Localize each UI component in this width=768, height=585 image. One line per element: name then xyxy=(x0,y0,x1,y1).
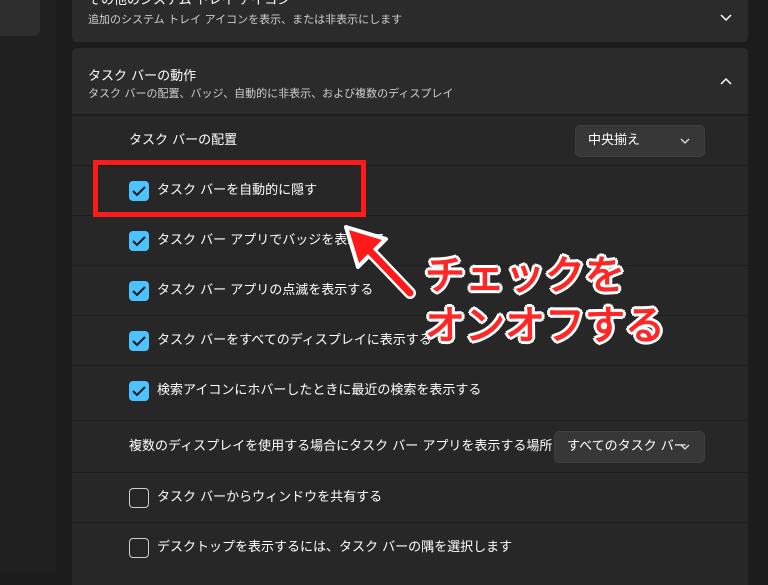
chevron-down-icon xyxy=(680,138,690,144)
annotation-arrow-icon xyxy=(344,225,416,299)
chevron-up-icon[interactable] xyxy=(718,74,734,90)
card-subtitle: タスク バーの配置、バッジ、自動的に非表示、および複数のディスプレイ xyxy=(88,87,454,100)
left-navigation xyxy=(0,0,56,572)
option-label: デスクトップを表示するには、タスク バーの隅を選択します xyxy=(157,540,513,555)
multi-display-value: すべてのタスク バー xyxy=(567,439,687,454)
multi-display-dropdown[interactable]: すべてのタスク バー xyxy=(554,431,705,463)
card-title: タスク バーの動作 xyxy=(88,69,197,84)
alignment-row: タスク バーの配置 中央揃え xyxy=(71,115,749,165)
option-label: タスク バーからウィンドウを共有する xyxy=(157,490,383,505)
multi-display-label: 複数のディスプレイを使用する場合にタスク バー アプリを表示する場所 xyxy=(129,439,553,454)
option-row[interactable]: 検索アイコンにホバーしたときに最近の検索を表示する xyxy=(71,365,749,415)
checkbox-share-window[interactable] xyxy=(129,488,149,508)
alignment-value: 中央揃え xyxy=(588,133,641,148)
system-tray-icons-card[interactable]: その他のシステム トレイ アイコン 追加のシステム トレイ アイコンを表示、また… xyxy=(71,0,749,43)
option-label: 検索アイコンにホバーしたときに最近の検索を表示する xyxy=(157,383,482,398)
card-subtitle: 追加のシステム トレイ アイコンを表示、または非表示にします xyxy=(88,13,403,26)
nav-item-selected[interactable] xyxy=(0,0,40,36)
highlight-box xyxy=(93,160,366,217)
option-row[interactable]: タスク バーからウィンドウを共有する xyxy=(71,472,749,522)
card-title: その他のシステム トレイ アイコン xyxy=(88,0,291,8)
check-icon xyxy=(132,336,146,347)
alignment-label: タスク バーの配置 xyxy=(129,133,238,148)
option-label: タスク バーをすべてのディスプレイに表示する xyxy=(157,333,432,348)
chevron-down-icon[interactable] xyxy=(718,9,734,25)
check-icon xyxy=(132,386,146,397)
checkbox-all-displays[interactable] xyxy=(129,331,149,351)
annotation-line-2: オンオフする xyxy=(425,303,665,349)
multi-display-row: 複数のディスプレイを使用する場合にタスク バー アプリを表示する場所 すべてのタ… xyxy=(71,420,749,472)
checkbox-badges[interactable] xyxy=(129,231,149,251)
checkbox-show-desktop[interactable] xyxy=(129,538,149,558)
chevron-down-icon xyxy=(680,444,690,450)
checkbox-flashing[interactable] xyxy=(129,281,149,301)
alignment-dropdown[interactable]: 中央揃え xyxy=(575,125,705,157)
check-icon xyxy=(132,236,146,247)
option-row[interactable]: デスクトップを表示するには、タスク バーの隅を選択します xyxy=(71,522,749,572)
check-icon xyxy=(132,286,146,297)
checkbox-recent-searches[interactable] xyxy=(129,381,149,401)
taskbar-behavior-card[interactable]: タスク バーの動作 タスク バーの配置、バッジ、自動的に非表示、および複数のディ… xyxy=(71,47,749,115)
